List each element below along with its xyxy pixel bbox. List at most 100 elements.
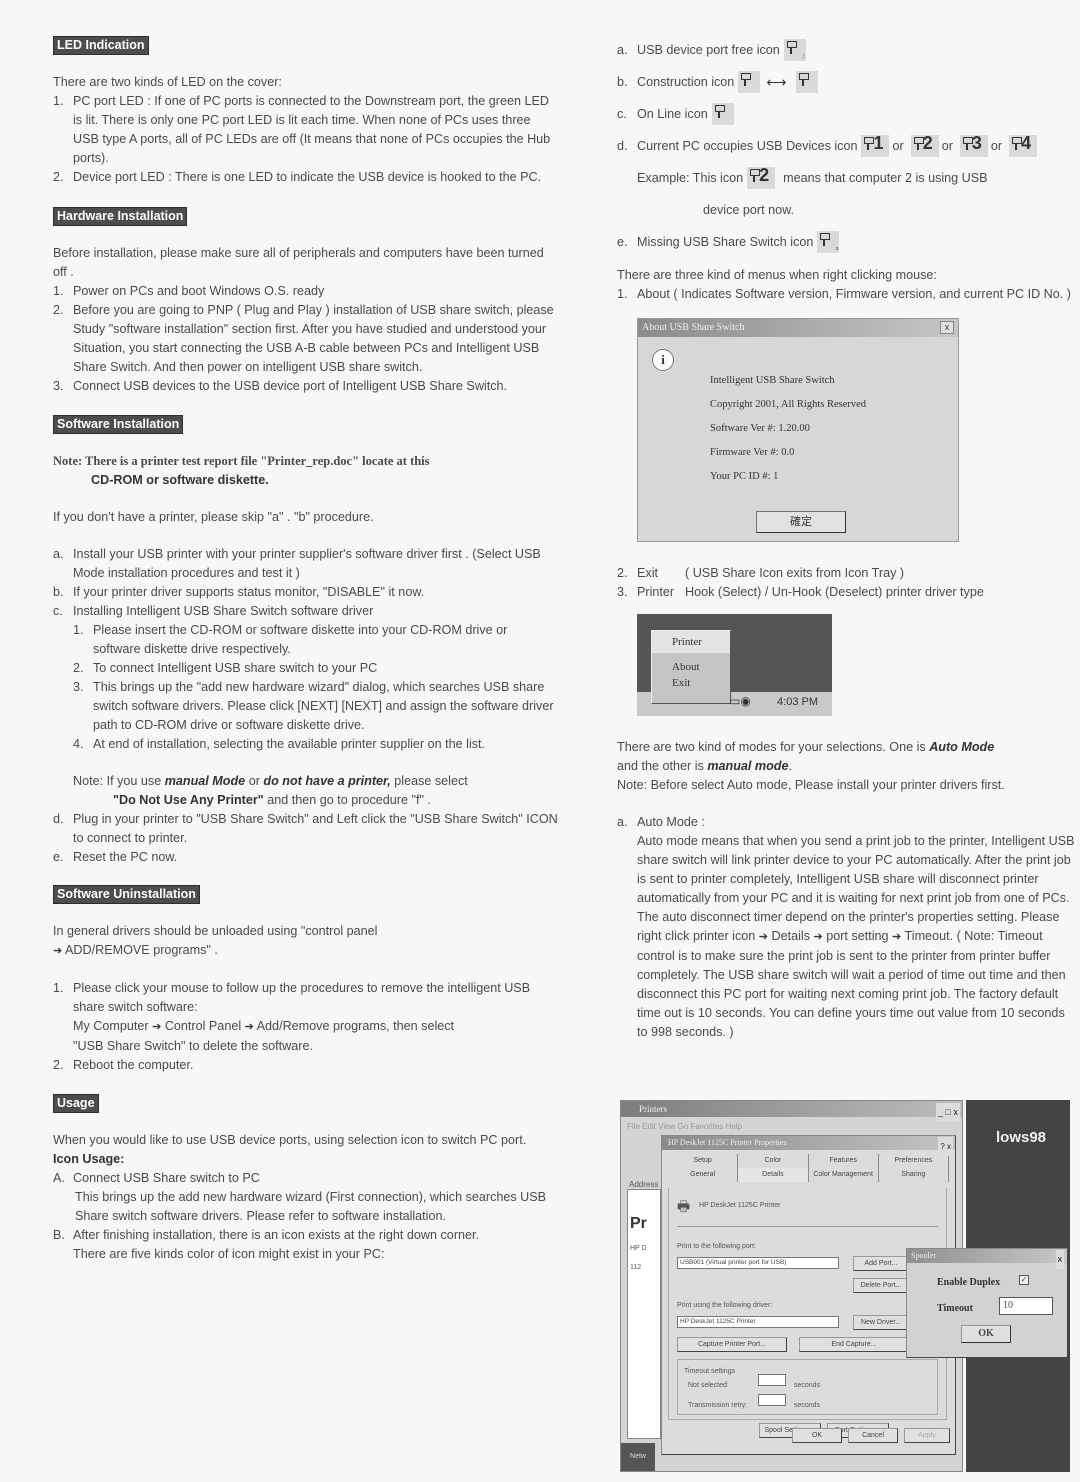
tab-color[interactable]: Color	[738, 1154, 809, 1168]
list-item: 3. Connect USB devices to the USB device …	[53, 379, 508, 393]
icon-example: Example: This icon 2 means that computer…	[617, 162, 1077, 194]
printers-window-title: Printers	[621, 1101, 962, 1117]
arrow-right-icon: ➔	[244, 1021, 254, 1033]
timeout-input[interactable]: 10	[999, 1297, 1053, 1315]
ok-button[interactable]: OK	[792, 1428, 842, 1443]
auto-mode-desc: Auto mode means that when you send a pri…	[637, 834, 1075, 905]
list-item: 3. This brings up the "add new hardware w…	[73, 680, 554, 732]
context-menu: Printer About Exit	[651, 630, 731, 704]
hardware-intro: Before installation, please make sure al…	[53, 246, 544, 279]
software-note: Note: There is a printer test report fil…	[53, 454, 430, 468]
port-select[interactable]: USB001 (Virtual printer port for USB)	[677, 1257, 839, 1269]
menu-item-exit[interactable]: Exit	[652, 675, 730, 691]
close-button[interactable]: x	[1055, 1250, 1064, 1269]
tab-features[interactable]: Features	[809, 1154, 879, 1168]
about-line: Your PC ID #: 1	[710, 471, 779, 482]
cancel-button[interactable]: Cancel	[848, 1428, 898, 1443]
section-heading-software: Software Installation	[53, 415, 184, 434]
tab-details[interactable]: Details	[738, 1168, 809, 1182]
list-item: a. Install your USB printer with your pri…	[53, 547, 541, 580]
menu-item-printer[interactable]: Printer	[652, 631, 730, 653]
arrow-right-icon: ➔	[152, 1021, 162, 1033]
tray-icons: ▭◉	[729, 694, 751, 708]
section-heading-usage: Usage	[53, 1094, 99, 1113]
section-heading-hardware: Hardware Installation	[53, 207, 188, 226]
transmission-retry-input[interactable]	[758, 1394, 786, 1406]
menu-printer-item: 3. Printer Hook (Select) / Un-Hook (Desele…	[617, 585, 984, 599]
list-item: 4. At end of installation, selecting the …	[73, 737, 486, 751]
about-line: Software Ver #: 1.20.00	[710, 423, 810, 434]
usb-port-free-icon: ﾐ	[783, 39, 806, 61]
taskbar-item[interactable]: Netw	[621, 1443, 655, 1471]
tab-preferences[interactable]: Preferences	[879, 1154, 949, 1168]
list-item: 2. Device port LED : There is one LED to …	[53, 170, 542, 184]
icon-item-current-pc: d. Current PC occupies USB Devices icon …	[617, 130, 1077, 162]
arrow-right-icon: ➔	[892, 931, 902, 943]
skip-note: If you don't have a printer, please skip…	[53, 510, 374, 524]
list-item: 1. Power on PCs and boot Windows O.S. rea…	[53, 284, 325, 298]
ok-button[interactable]: 確定	[756, 511, 846, 533]
tab-color-management[interactable]: Color Management	[809, 1168, 879, 1182]
delete-port-button[interactable]: Delete Port...	[853, 1278, 909, 1293]
apply-button[interactable]: Apply	[904, 1428, 950, 1443]
ok-button[interactable]: OK	[961, 1325, 1011, 1343]
construction-icon	[738, 71, 761, 93]
new-driver-button[interactable]: New Driver...	[853, 1315, 909, 1330]
not-selected-input[interactable]	[758, 1374, 786, 1386]
info-icon: i	[652, 349, 674, 371]
list-item: 2. Before you are going to PNP ( Plug and…	[53, 303, 554, 374]
printer-name: 🖶 HP DeskJet 1125C Printer	[677, 1198, 781, 1214]
missing-switch-icon: x	[817, 231, 840, 253]
list-item: b. If your printer driver supports status…	[53, 585, 425, 599]
arrow-right-icon: ➔	[53, 945, 63, 957]
about-line: Copyright 2001, All Rights Reserved	[710, 399, 867, 410]
window-controls[interactable]: _ □ x	[936, 1103, 960, 1122]
spooler-dialog: Spooler x Enable Duplex ✓ Timeout 10 OK	[906, 1248, 1068, 1358]
enable-duplex-label: Enable Duplex	[937, 1277, 1001, 1288]
list-item: 2. To connect Intelligent USB share switc…	[73, 661, 378, 675]
pc2-example-icon: 2	[747, 165, 776, 189]
double-arrow-icon: ⟷	[766, 73, 787, 90]
help-close-buttons[interactable]: ? x	[938, 1137, 953, 1156]
pc2-icon: 2	[910, 133, 939, 157]
about-dialog: About USB Share Switch x i Intelligent U…	[637, 318, 959, 542]
list-item: 1. PC port LED : If one of PC ports is co…	[53, 94, 551, 165]
tray-context-menu-screenshot: Printer About Exit ▭◉ 4:03 PM	[637, 614, 832, 716]
capture-port-button[interactable]: Capture Printer Port...	[677, 1337, 787, 1352]
modes-intro: There are two kind of modes for your sel…	[617, 740, 995, 754]
list-item: 1. Please click your mouse to follow up t…	[53, 981, 531, 1014]
usage-intro: When you would like to use USB device po…	[53, 1133, 527, 1147]
clock: 4:03 PM	[777, 696, 818, 708]
properties-title: HP DeskJet 1125C Printer Properties	[662, 1136, 955, 1150]
driver-select[interactable]: HP DeskJet 1125C Printer	[677, 1316, 839, 1328]
tab-sharing[interactable]: Sharing	[879, 1168, 949, 1182]
uninstall-path-tail: "USB Share Switch" to delete the softwar…	[73, 1039, 313, 1053]
about-dialog-title: About USB Share Switch	[638, 319, 958, 337]
timeout-settings-group: Timeout settings Not selected: seconds T…	[677, 1359, 938, 1415]
list-item: e. Reset the PC now.	[53, 850, 178, 864]
menus-intro: There are three kind of menus when right…	[617, 268, 937, 282]
icon-example-tail: device port now.	[703, 203, 795, 217]
arrow-right-icon: ➔	[758, 931, 769, 943]
uninstall-intro-cont: ➔ ADD/REMOVE programs" .	[53, 943, 218, 957]
list-item: c. Installing Intelligent USB Share Switc…	[53, 604, 374, 618]
modes-intro-cont: and the other is manual mode.	[617, 759, 793, 773]
menu-item-about[interactable]: About	[652, 659, 730, 675]
menu-bar[interactable]: File Edit View Go Favorites Help	[621, 1117, 962, 1131]
enable-duplex-checkbox[interactable]: ✓	[1019, 1275, 1029, 1285]
add-port-button[interactable]: Add Port...	[853, 1256, 909, 1271]
menu-exit-item: 2. Exit( USB Share Icon exits from Icon T…	[617, 566, 905, 580]
pc3-icon: 3	[959, 133, 988, 157]
construction-alt-icon	[796, 71, 819, 93]
tabs-row-1: Setup Color Features Preferences	[662, 1150, 955, 1168]
icon-item-online: c. On Line icon	[617, 98, 1077, 130]
tab-general[interactable]: General	[668, 1168, 739, 1182]
tab-setup[interactable]: Setup	[668, 1154, 739, 1168]
usage-b-desc: There are five kinds color of icon might…	[73, 1247, 385, 1261]
end-capture-button[interactable]: End Capture...	[799, 1337, 909, 1352]
icon-item-construction: b. Construction icon ⟷	[617, 66, 1077, 98]
left-column: LED Indication There are two kinds of LE…	[53, 36, 558, 1264]
close-button[interactable]: x	[940, 321, 954, 334]
uninstall-intro: In general drivers should be unloaded us…	[53, 924, 378, 938]
spooler-title: Spooler	[907, 1249, 1067, 1263]
